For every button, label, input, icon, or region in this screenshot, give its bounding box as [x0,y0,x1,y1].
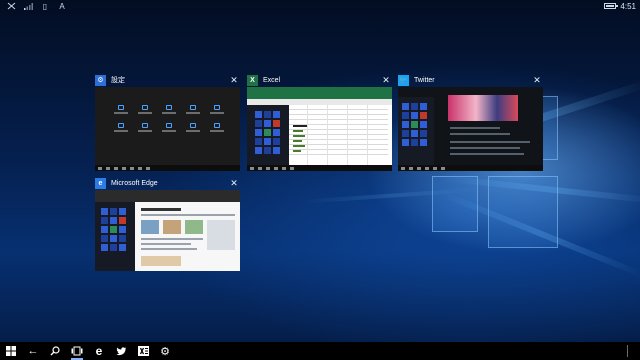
search-button[interactable] [44,342,66,360]
excel-taskbar-button[interactable] [132,342,154,360]
battery-icon [604,3,619,9]
start-button[interactable] [0,342,22,360]
twitter-bird-icon [115,346,126,355]
task-card-title: Excel [263,76,281,84]
task-card-excel[interactable]: X Excel ✕ [247,73,392,171]
excel-icon: X [247,74,258,86]
task-card-title: Twitter [414,76,435,84]
task-card-settings[interactable]: ⚙ 設定 ✕ [95,73,240,171]
twitter-thumbnail[interactable] [398,87,543,171]
show-desktop-button[interactable] [618,342,640,360]
windows-logo-icon [6,346,16,356]
close-icon[interactable]: ✕ [531,75,543,86]
font-size-icon: A [59,1,65,11]
excel-thumbnail[interactable] [247,87,392,171]
edge-icon: e [95,344,103,358]
excel-icon [137,346,149,356]
task-card-title: Microsoft Edge [111,179,158,187]
taskbar: ← e ⚙ [0,342,640,360]
battery-fill [606,5,614,7]
no-signal-icon [5,1,17,11]
sim-icon: ▯ [42,1,48,11]
task-view-button[interactable] [66,342,88,360]
task-card-title: 設定 [111,77,125,84]
gear-icon: ⚙ [160,345,170,358]
cellular-bars-icon [22,1,34,11]
edge-thumbnail[interactable] [95,190,240,271]
back-button[interactable]: ← [22,342,44,360]
settings-taskbar-button[interactable]: ⚙ [154,342,176,360]
task-card-edge[interactable]: e Microsoft Edge ✕ [95,176,240,271]
edge-icon: e [95,177,106,189]
task-view-icon [71,346,83,356]
twitter-taskbar-button[interactable] [110,342,132,360]
task-card-twitter[interactable]: 🐦 Twitter ✕ [398,73,543,171]
close-icon[interactable]: ✕ [228,178,240,189]
clock: 4:51 [620,1,636,11]
edge-taskbar-button[interactable]: e [88,342,110,360]
close-icon[interactable]: ✕ [380,75,392,86]
settings-thumbnail[interactable] [95,87,240,171]
back-arrow-icon: ← [27,345,39,357]
gear-icon: ⚙ [95,74,106,86]
twitter-bird-icon: 🐦 [398,74,409,86]
search-icon [50,346,60,356]
close-icon[interactable]: ✕ [228,75,240,86]
status-bar: ▯ A 4:51 [0,0,640,12]
